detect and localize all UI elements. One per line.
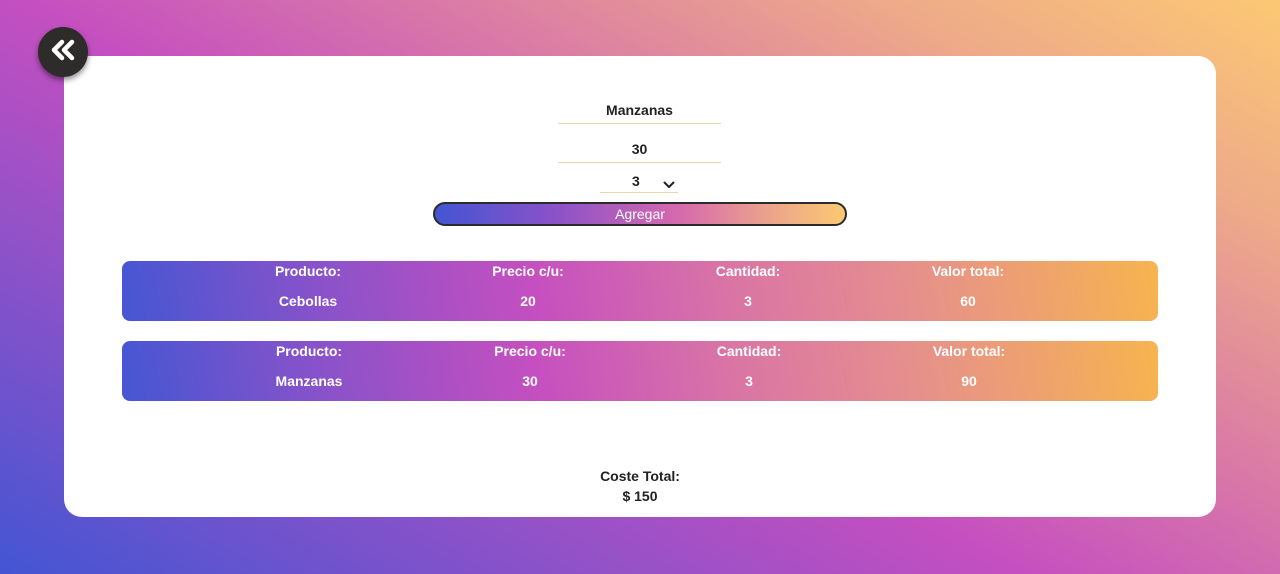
table-row: Producto: Precio c/u: Cantidad: Valor to… — [122, 261, 1158, 321]
double-chevron-left-icon — [50, 39, 76, 66]
product-cell: Manzanas — [275, 373, 343, 389]
quantity-header: Cantidad: — [715, 263, 781, 279]
back-button[interactable] — [38, 27, 88, 77]
total-cost-value: $ 150 — [622, 488, 658, 504]
price-cell: 20 — [520, 293, 536, 309]
price-cell: 30 — [522, 373, 538, 389]
quantity-cell: 3 — [744, 293, 752, 309]
total-cell: 60 — [960, 293, 976, 309]
price-header: Precio c/u: — [494, 343, 566, 359]
price-input[interactable] — [558, 137, 721, 163]
price-header: Precio c/u: — [492, 263, 564, 279]
product-header: Producto: — [274, 263, 342, 279]
total-header: Valor total: — [932, 343, 1006, 359]
add-button[interactable]: Agregar — [433, 202, 847, 226]
total-header: Valor total: — [931, 263, 1005, 279]
product-header: Producto: — [275, 343, 343, 359]
product-name-input[interactable] — [558, 98, 721, 124]
quantity-select-value: 3 — [632, 173, 640, 189]
total-cell: 90 — [961, 373, 977, 389]
table-row: Producto: Precio c/u: Cantidad: Valor to… — [122, 341, 1158, 401]
chevron-down-icon — [663, 176, 675, 194]
quantity-select[interactable]: 3 — [600, 171, 678, 193]
total-cost-label: Coste Total: — [600, 468, 680, 484]
quantity-header: Cantidad: — [716, 343, 782, 359]
product-cell: Cebollas — [278, 293, 338, 309]
quantity-cell: 3 — [745, 373, 753, 389]
main-card: 3 Agregar Producto: Precio c/u: Cantidad… — [64, 56, 1216, 517]
